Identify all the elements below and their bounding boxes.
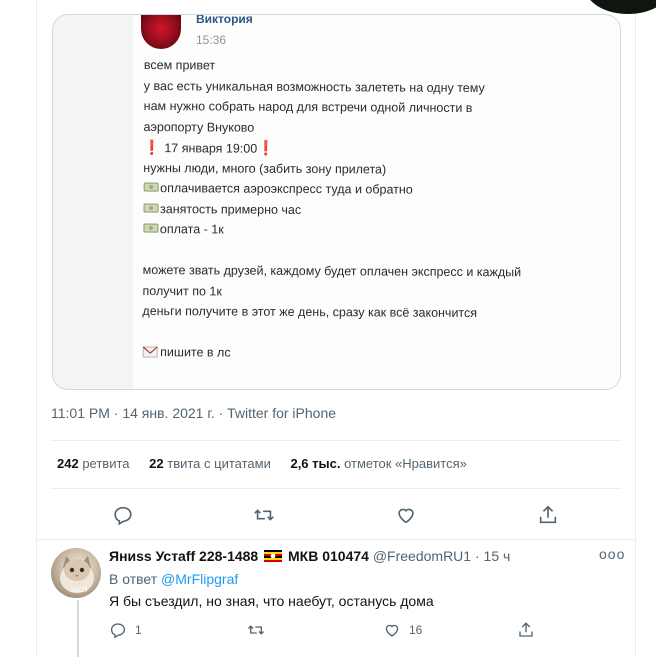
reply-count: 1 xyxy=(135,623,142,637)
vk-line-text: занятость примерно час xyxy=(160,201,302,217)
reply-text: Я бы съездил, но зная, что наебут, остан… xyxy=(109,593,434,609)
vk-line: нам нужно собрать народ для встречи одно… xyxy=(143,98,473,116)
vk-line: пишите в лс xyxy=(142,342,620,365)
vk-line: оплачивается аэроэкспресс туда и обратно xyxy=(143,178,620,201)
cat-avatar-image: ВАСЯ xyxy=(60,556,94,594)
reply-handle[interactable]: @FreedomRU1 xyxy=(373,548,471,564)
uganda-flag-icon xyxy=(264,550,283,562)
reply-share-button[interactable] xyxy=(517,620,543,640)
like-icon[interactable] xyxy=(395,504,417,526)
reply-reply-button[interactable]: 1 xyxy=(109,620,142,640)
divider xyxy=(51,440,621,441)
like-count: 16 xyxy=(409,623,423,637)
replying-to: В ответ @MrFlipgraf xyxy=(109,571,238,587)
vk-line: у вас есть уникальная возможность залете… xyxy=(143,78,485,95)
avatar-label: ВАСЯ xyxy=(71,588,87,594)
retweet-stat[interactable]: 242 ретвита xyxy=(57,456,130,471)
reply-tweet[interactable]: ВАСЯ Яниss Устaff 228-1488 МКВ 010474 @F… xyxy=(37,540,635,657)
tweet-stats: 242 ретвита 22 твита с цитатами 2,6 тыс.… xyxy=(57,456,483,471)
vk-line: оплата - 1к xyxy=(143,219,620,242)
reply-author-name[interactable]: Яниss Устaff 228-1488 xyxy=(109,548,258,564)
replying-to-label: В ответ xyxy=(109,571,158,587)
reply-icon xyxy=(110,623,126,639)
vk-line: всем привет xyxy=(143,57,216,73)
vk-spacer xyxy=(142,321,620,344)
retweet-icon xyxy=(248,625,264,635)
vk-spacer xyxy=(143,239,620,262)
share-icon xyxy=(519,622,533,637)
avatar[interactable]: ВАСЯ xyxy=(51,548,101,598)
vk-line-text: пишите в лс xyxy=(160,345,231,360)
reply-header: Яниss Устaff 228-1488 МКВ 010474 @Freedo… xyxy=(109,548,510,564)
reply-author-suffix: МКВ 010474 xyxy=(288,548,369,564)
reply-icon[interactable] xyxy=(112,504,134,526)
like-stat[interactable]: 2,6 тыс. отметок «Нравится» xyxy=(290,456,466,471)
quote-stat[interactable]: 22 твита с цитатами xyxy=(149,456,271,471)
vk-line: аэропорту Внуково xyxy=(143,119,255,135)
vk-post-time: 15:36 xyxy=(196,33,227,47)
vk-line: получит по 1к xyxy=(142,283,222,298)
more-options-icon[interactable]: ooo xyxy=(599,546,625,562)
vk-line: занятость примерно час xyxy=(143,198,620,221)
tweet-column: Виктория 15:36 всем привет у вас есть ун… xyxy=(36,0,656,657)
replying-to-link[interactable]: @MrFlipgraf xyxy=(161,571,238,587)
vk-line: деньги получите в этот же день, сразу ка… xyxy=(142,303,478,321)
reply-time[interactable]: · 15 ч xyxy=(475,548,510,564)
like-icon xyxy=(385,624,399,637)
exclamation-icon: ❗ xyxy=(143,138,161,156)
event-date: 17 января 19:00 xyxy=(164,141,258,156)
vk-line: ❗ 17 января 19:00❗ xyxy=(143,137,620,160)
previous-text-fragment xyxy=(37,0,537,6)
exclamation-icon: ❗ xyxy=(257,139,275,156)
divider xyxy=(51,488,621,489)
reply-retweet-button[interactable] xyxy=(247,620,273,640)
author-avatar-fragment[interactable] xyxy=(585,0,656,14)
vk-author-name: Виктория xyxy=(196,14,253,26)
reply-actions: 1 16 xyxy=(37,620,635,642)
vk-post-text: всем привет у вас есть уникальная возмож… xyxy=(142,55,620,365)
money-icon xyxy=(143,223,159,233)
tweet-image[interactable]: Виктория 15:36 всем привет у вас есть ун… xyxy=(52,14,621,390)
vk-line-text: оплата - 1к xyxy=(159,222,224,237)
money-icon xyxy=(143,182,159,192)
vk-line-text: оплачивается аэроэкспресс туда и обратно xyxy=(160,181,413,197)
vk-line: нужны люди, много (забить зону прилета) xyxy=(143,160,387,176)
vk-line: можете звать друзей, каждому будет оплач… xyxy=(142,262,522,280)
share-icon[interactable] xyxy=(537,504,559,526)
tweet-timestamp[interactable]: 11:01 PM · 14 янв. 2021 г. · Twitter for… xyxy=(51,405,336,421)
envelope-icon xyxy=(142,346,158,358)
money-icon xyxy=(143,203,159,213)
retweet-icon[interactable] xyxy=(253,504,275,526)
reply-like-button[interactable]: 16 xyxy=(383,620,422,640)
